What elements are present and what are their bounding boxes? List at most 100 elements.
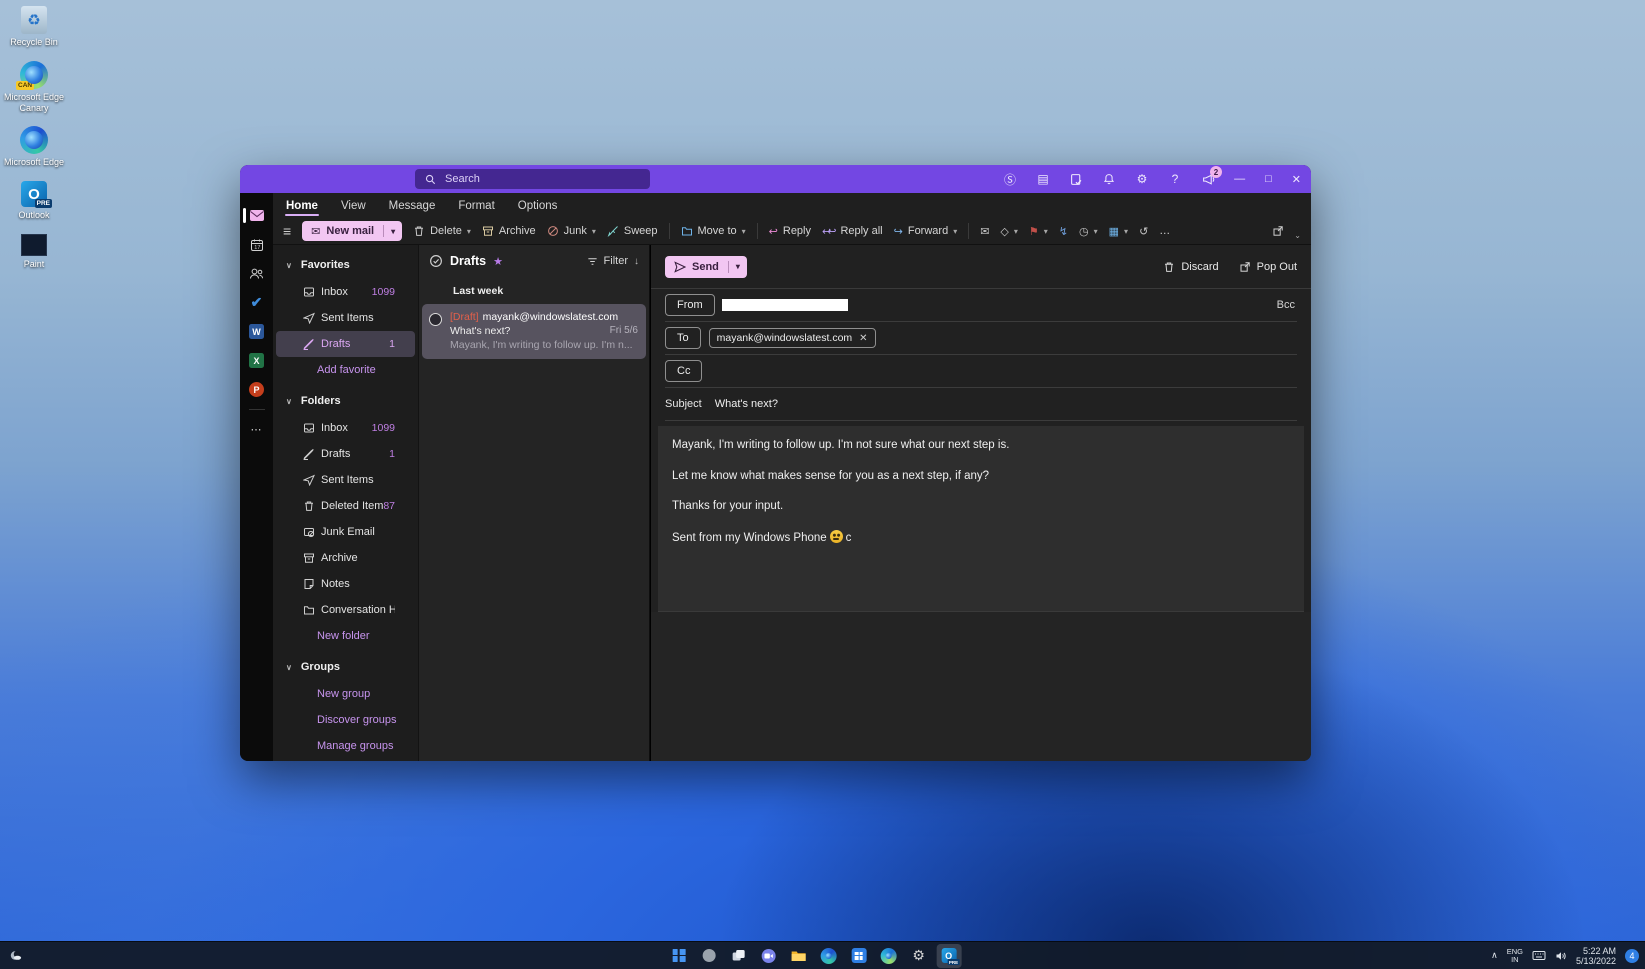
paint-shortcut[interactable]: Paint (2, 234, 66, 270)
search-input[interactable]: Search (415, 169, 650, 189)
outlook-taskbar-button[interactable]: OPRE (936, 944, 961, 968)
minimize-button[interactable]: — (1234, 173, 1245, 185)
flag-button[interactable]: ⚑▾ (1029, 225, 1048, 238)
cc-row[interactable]: Cc (665, 355, 1297, 388)
folder-item-drafts[interactable]: Drafts1 (276, 331, 415, 357)
notifications-bell-icon[interactable] (1102, 172, 1116, 186)
volume-icon[interactable] (1555, 950, 1567, 962)
hamburger-menu-icon[interactable]: ≡ (283, 223, 291, 239)
rail-excel-button[interactable]: X (240, 346, 273, 375)
reply-button[interactable]: ↩ Reply (769, 225, 811, 238)
sweep-button[interactable]: Sweep (607, 225, 658, 237)
tab-view[interactable]: View (340, 197, 367, 215)
tab-home[interactable]: Home (285, 197, 319, 215)
move-to-button[interactable]: Move to▾ (681, 225, 746, 237)
send-options-dropdown[interactable]: ▾ (729, 262, 747, 271)
language-indicator[interactable]: ENG IN (1507, 948, 1523, 964)
new-mail-dropdown[interactable]: ▾ (384, 227, 402, 236)
tray-chevron-up-icon[interactable]: ∧ (1491, 950, 1498, 961)
send-button[interactable]: Send ▾ (665, 256, 747, 278)
folders-section-header[interactable]: ∨ Folders (273, 387, 418, 415)
task-view-button[interactable] (726, 944, 751, 968)
forward-button[interactable]: ↪ Forward▾ (894, 225, 958, 238)
message-item-selected[interactable]: [Draft] mayank@windowslatest.com What's … (422, 304, 646, 359)
snooze-button[interactable]: ◷▾ (1079, 225, 1098, 238)
remove-recipient-icon[interactable]: ✕ (859, 333, 867, 344)
note-send-icon[interactable] (1069, 172, 1083, 186)
notification-count-badge[interactable]: 4 (1625, 949, 1639, 963)
archive-button[interactable]: Archive (482, 225, 536, 237)
rail-powerpoint-button[interactable]: P (240, 375, 273, 404)
notebook-icon[interactable]: ▤ (1036, 172, 1050, 186)
select-all-circle-icon[interactable] (429, 254, 443, 268)
favorites-section-header[interactable]: ∨ Favorites (273, 251, 418, 279)
skype-icon[interactable]: Ⓢ (1003, 172, 1017, 186)
folder-item-drafts[interactable]: Drafts1 (276, 441, 415, 467)
send-later-button[interactable]: ▦▾ (1109, 225, 1128, 238)
subject-input[interactable]: What's next? (715, 398, 778, 410)
rail-people-button[interactable] (240, 259, 273, 288)
tab-format[interactable]: Format (457, 197, 495, 215)
delete-button[interactable]: Delete▾ (413, 225, 471, 237)
search-button[interactable] (696, 944, 721, 968)
sort-arrow-icon[interactable]: ↓ (634, 256, 639, 267)
pop-out-button[interactable]: Pop Out (1239, 261, 1297, 273)
new-folder-link[interactable]: New folder (273, 623, 418, 649)
touch-keyboard-icon[interactable] (1532, 950, 1546, 961)
folder-item-sent-items[interactable]: Sent Items (276, 467, 415, 493)
start-button[interactable] (666, 944, 691, 968)
rail-mail-button[interactable] (240, 201, 273, 230)
rail-word-button[interactable]: W (240, 317, 273, 346)
tab-options[interactable]: Options (517, 197, 559, 215)
read-unread-button[interactable]: ✉ (980, 225, 989, 238)
categorize-button[interactable]: ◇▾ (1000, 225, 1017, 238)
file-explorer-button[interactable] (786, 944, 811, 968)
folder-item-archive[interactable]: Archive (276, 545, 415, 571)
folder-item-conversation-his[interactable]: Conversation His... (276, 597, 415, 623)
rail-more-apps-button[interactable]: ⋯ (240, 415, 273, 444)
message-body-editor[interactable]: Mayank, I'm writing to follow up. I'm no… (658, 426, 1304, 612)
bcc-toggle[interactable]: Bcc (1277, 299, 1297, 311)
folder-item-inbox[interactable]: Inbox1099 (276, 415, 415, 441)
collapse-ribbon-chevron[interactable]: ⌄ (1294, 231, 1301, 240)
from-button[interactable]: From (665, 294, 715, 316)
new-group-link[interactable]: New group (273, 681, 418, 707)
add-favorite-link[interactable]: Add favorite (273, 357, 418, 383)
edge-canary-taskbar-button[interactable] (876, 944, 901, 968)
open-in-window-icon[interactable] (1272, 225, 1284, 237)
edge-taskbar-button[interactable] (816, 944, 841, 968)
widgets-weather-icon[interactable] (8, 949, 24, 963)
to-button[interactable]: To (665, 327, 701, 349)
outlook-shortcut[interactable]: O PRE Outlook (2, 181, 66, 221)
settings-gear-icon[interactable]: ⚙ (1135, 172, 1149, 186)
folder-item-sent-items[interactable]: Sent Items (276, 305, 415, 331)
edge-canary-shortcut[interactable]: CAN Microsoft Edge Canary (2, 61, 66, 114)
feedback-megaphone-icon[interactable]: 2 (1201, 172, 1215, 186)
folder-item-junk-email[interactable]: Junk Email (276, 519, 415, 545)
close-button[interactable]: ✕ (1292, 173, 1301, 186)
recipient-chip[interactable]: mayank@windowslatest.com ✕ (709, 328, 876, 348)
quick-steps-button[interactable]: ↯ (1059, 225, 1068, 238)
reply-all-button[interactable]: ↩↩ Reply all (822, 225, 883, 238)
help-icon[interactable]: ? (1168, 172, 1182, 186)
clock[interactable]: 5:22 AM 5/13/2022 (1576, 946, 1616, 966)
cc-button[interactable]: Cc (665, 360, 702, 382)
tab-message[interactable]: Message (388, 197, 437, 215)
settings-button[interactable]: ⚙ (906, 944, 931, 968)
window-titlebar[interactable]: Search Ⓢ ▤ ⚙ ? 2 — □ (240, 165, 1311, 193)
message-select-radio[interactable] (429, 313, 442, 326)
folder-item-notes[interactable]: Notes (276, 571, 415, 597)
maximize-button[interactable]: □ (1265, 173, 1272, 185)
chat-button[interactable] (756, 944, 781, 968)
edge-shortcut[interactable]: Microsoft Edge (2, 126, 66, 168)
discover-groups-link[interactable]: Discover groups (273, 707, 418, 733)
to-row[interactable]: To mayank@windowslatest.com ✕ (665, 322, 1297, 355)
groups-section-header[interactable]: ∨ Groups (273, 653, 418, 681)
folder-item-inbox[interactable]: Inbox1099 (276, 279, 415, 305)
folder-item-deleted-items[interactable]: Deleted Items87 (276, 493, 415, 519)
recycle-bin-shortcut[interactable]: ♻ Recycle Bin (2, 6, 66, 48)
rail-calendar-button[interactable]: 17 (240, 230, 273, 259)
more-commands-button[interactable]: … (1159, 225, 1170, 237)
junk-button[interactable]: Junk▾ (547, 225, 596, 237)
rail-todo-button[interactable]: ✔ (240, 288, 273, 317)
